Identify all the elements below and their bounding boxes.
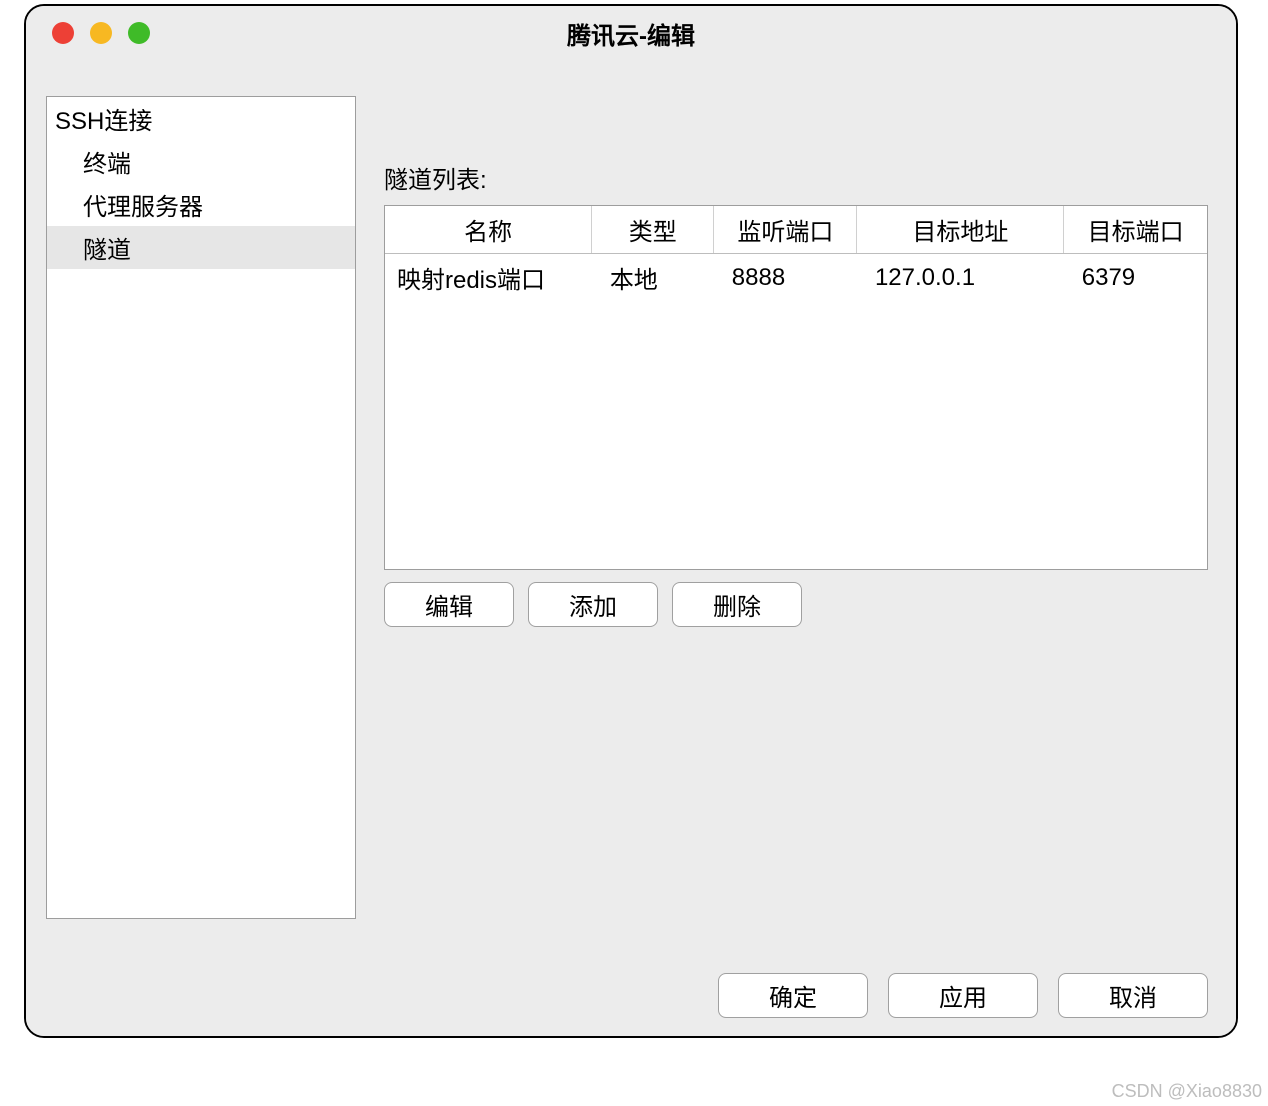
tunnel-list-label: 隧道列表: — [384, 160, 1208, 195]
delete-button[interactable]: 删除 — [672, 582, 802, 627]
apply-button[interactable]: 应用 — [888, 973, 1038, 1018]
table-row[interactable]: 映射redis端口 本地 8888 127.0.0.1 6379 — [385, 254, 1207, 302]
sidebar-item-proxy[interactable]: 代理服务器 — [47, 183, 355, 226]
tunnel-table-container: 名称 类型 监听端口 目标地址 目标端口 映射redis端口 本地 8888 1 — [384, 205, 1208, 570]
edit-dialog-window: 腾讯云-编辑 SSH连接 终端 代理服务器 隧道 隧道列表: 名称 类型 — [24, 4, 1238, 1038]
cell-target-addr: 127.0.0.1 — [857, 254, 1064, 302]
cell-name: 映射redis端口 — [385, 254, 592, 302]
add-button[interactable]: 添加 — [528, 582, 658, 627]
traffic-lights — [52, 22, 150, 44]
col-header-target-port[interactable]: 目标端口 — [1064, 206, 1207, 254]
window-title: 腾讯云-编辑 — [26, 16, 1236, 51]
col-header-target-addr[interactable]: 目标地址 — [857, 206, 1064, 254]
zoom-icon[interactable] — [128, 22, 150, 44]
close-icon[interactable] — [52, 22, 74, 44]
sidebar-item-terminal[interactable]: 终端 — [47, 140, 355, 183]
col-header-listen-port[interactable]: 监听端口 — [714, 206, 857, 254]
main-panel: 隧道列表: 名称 类型 监听端口 目标地址 目标端口 — [356, 60, 1236, 1036]
cancel-button[interactable]: 取消 — [1058, 973, 1208, 1018]
dialog-actions: 确定 应用 取消 — [718, 973, 1208, 1018]
watermark-text: CSDN @Xiao8830 — [1112, 1081, 1262, 1102]
cell-listen-port: 8888 — [714, 254, 857, 302]
cell-target-port: 6379 — [1064, 254, 1207, 302]
table-header-row: 名称 类型 监听端口 目标地址 目标端口 — [385, 206, 1207, 254]
cell-type: 本地 — [592, 254, 714, 302]
col-header-type[interactable]: 类型 — [592, 206, 714, 254]
ok-button[interactable]: 确定 — [718, 973, 868, 1018]
col-header-name[interactable]: 名称 — [385, 206, 592, 254]
tunnel-actions: 编辑 添加 删除 — [384, 582, 1208, 627]
sidebar[interactable]: SSH连接 终端 代理服务器 隧道 — [46, 96, 356, 919]
sidebar-root-ssh[interactable]: SSH连接 — [47, 97, 355, 140]
content-area: SSH连接 终端 代理服务器 隧道 隧道列表: 名称 类型 监听端口 — [26, 60, 1236, 1036]
sidebar-item-tunnel[interactable]: 隧道 — [47, 226, 355, 269]
tunnel-table[interactable]: 名称 类型 监听端口 目标地址 目标端口 映射redis端口 本地 8888 1 — [385, 206, 1207, 301]
minimize-icon[interactable] — [90, 22, 112, 44]
edit-button[interactable]: 编辑 — [384, 582, 514, 627]
titlebar: 腾讯云-编辑 — [26, 6, 1236, 60]
